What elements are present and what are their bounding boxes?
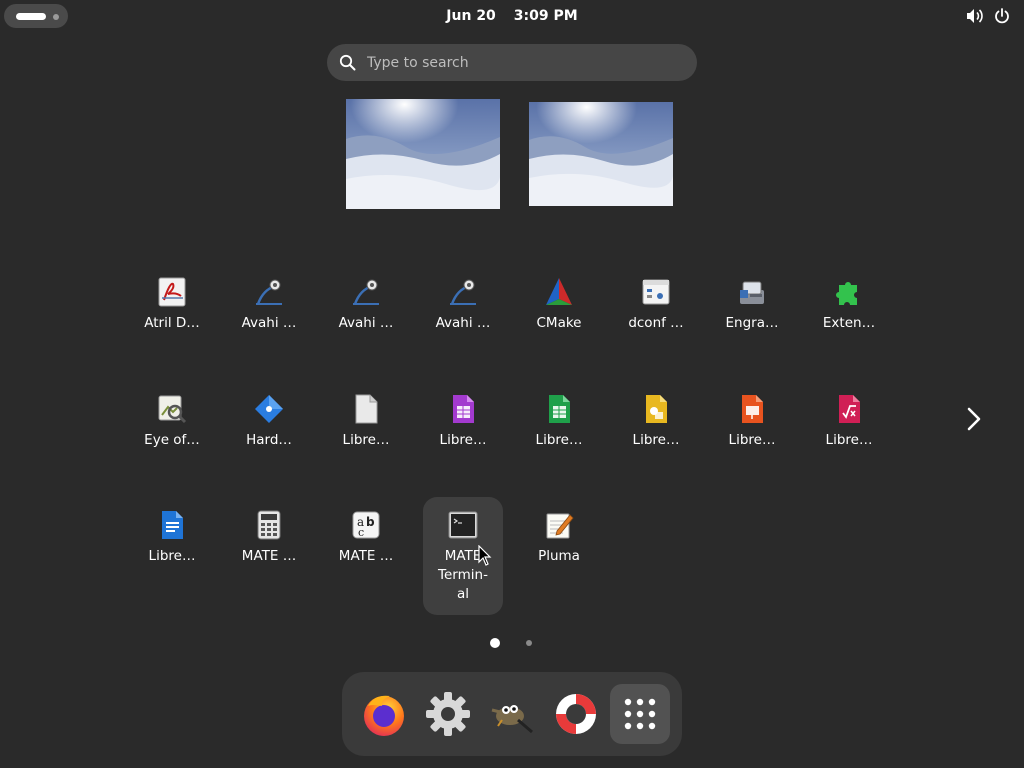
- app-label: Avahi …: [435, 315, 491, 331]
- app-libreoffice-calc[interactable]: Libre…: [519, 385, 599, 485]
- app-label: CMake: [536, 315, 582, 331]
- app-grid-icon: [624, 698, 656, 730]
- app-label: Libre…: [728, 432, 776, 448]
- app-cmake[interactable]: CMake: [519, 268, 599, 368]
- libreoffice-draw-icon: [640, 393, 672, 425]
- app-hardinfo[interactable]: Hard…: [229, 385, 309, 485]
- app-avahi-3[interactable]: Avahi …: [423, 268, 503, 368]
- system-menu[interactable]: [966, 7, 1010, 25]
- avahi-icon: [350, 276, 382, 308]
- dock: [342, 672, 682, 756]
- svg-text:b: b: [366, 515, 375, 529]
- app-atril[interactable]: Atril D…: [132, 268, 212, 368]
- top-bar: Jun 20 3:09 PM: [0, 0, 1024, 32]
- app-label: Libre…: [632, 432, 680, 448]
- app-label: Hard…: [246, 432, 292, 448]
- extensions-icon: [833, 276, 865, 308]
- app-libreoffice[interactable]: Libre…: [326, 385, 406, 485]
- libreoffice-icon: [350, 393, 382, 425]
- app-label: Exten…: [822, 315, 876, 331]
- search-input[interactable]: [367, 44, 677, 81]
- character-map-icon: abc: [350, 509, 382, 541]
- app-libreoffice-math[interactable]: Libre…: [809, 385, 889, 485]
- app-label: Libre…: [342, 432, 390, 448]
- libreoffice-base-icon: [447, 393, 479, 425]
- workspace-indicator-active: [16, 13, 46, 20]
- cmake-icon: [543, 276, 575, 308]
- page-indicator: [488, 637, 538, 649]
- lifebuoy-icon: [556, 694, 596, 734]
- clock[interactable]: Jun 20 3:09 PM: [0, 0, 1024, 32]
- libreoffice-writer-icon: [156, 509, 188, 541]
- terminal-icon: [447, 509, 479, 541]
- libreoffice-calc-icon: [543, 393, 575, 425]
- power-icon[interactable]: [994, 8, 1010, 24]
- app-dconf[interactable]: dconf …: [616, 268, 696, 368]
- gear-icon: [426, 692, 470, 736]
- firefox-icon: [364, 695, 404, 736]
- date-label[interactable]: Jun 20: [446, 8, 496, 24]
- app-pluma[interactable]: Pluma: [519, 501, 599, 601]
- dock-help[interactable]: [546, 684, 606, 744]
- app-label: dconf …: [628, 315, 684, 331]
- search-box[interactable]: [327, 44, 697, 81]
- search-icon: [339, 54, 356, 75]
- engrampa-icon: [736, 276, 768, 308]
- eye-of-mate-icon: [156, 393, 188, 425]
- app-label: Libre…: [439, 432, 487, 448]
- app-libreoffice-base[interactable]: Libre…: [423, 385, 503, 485]
- app-engrampa[interactable]: Engra…: [712, 268, 792, 368]
- svg-text:c: c: [358, 526, 364, 539]
- atril-document-viewer-icon: [156, 276, 188, 308]
- app-label: Pluma: [538, 548, 580, 564]
- libreoffice-impress-icon: [736, 393, 768, 425]
- app-label: Libre…: [535, 432, 583, 448]
- app-eye-of-mate[interactable]: Eye of…: [132, 385, 212, 485]
- page-dot-next[interactable]: [526, 640, 532, 646]
- workspace-thumbnail-2[interactable]: [529, 102, 673, 206]
- gimp-icon: [491, 705, 533, 734]
- app-label: Atril D…: [144, 315, 200, 331]
- dconf-editor-icon: [640, 276, 672, 308]
- time-label[interactable]: 3:09 PM: [514, 8, 578, 24]
- app-extensions[interactable]: Exten…: [809, 268, 889, 368]
- pluma-text-editor-icon: [543, 509, 575, 541]
- workspace-indicator-inactive: [53, 14, 59, 20]
- app-label: Avahi …: [241, 315, 297, 331]
- app-mate-calculator[interactable]: MATE …: [229, 501, 309, 601]
- app-label: Eye of…: [144, 432, 200, 448]
- avahi-icon: [253, 276, 285, 308]
- app-label: MATE …: [338, 548, 394, 564]
- show-apps-button[interactable]: [610, 684, 670, 744]
- next-page-arrow-icon[interactable]: [962, 404, 986, 434]
- dock-firefox[interactable]: [354, 684, 414, 744]
- page-dot-current[interactable]: [490, 638, 500, 648]
- activities-button[interactable]: [4, 4, 68, 28]
- app-label: MATE …: [241, 548, 297, 564]
- volume-icon[interactable]: [966, 8, 984, 24]
- avahi-icon: [447, 276, 479, 308]
- libreoffice-math-icon: [833, 393, 865, 425]
- app-libreoffice-writer[interactable]: Libre…: [132, 501, 212, 601]
- app-label: Engra…: [725, 315, 779, 331]
- dock-settings[interactable]: [418, 684, 478, 744]
- app-label: Avahi …: [338, 315, 394, 331]
- app-avahi-2[interactable]: Avahi …: [326, 268, 406, 368]
- workspace-thumbnail-1[interactable]: [346, 99, 500, 209]
- dock-gimp[interactable]: [482, 684, 542, 744]
- app-avahi-1[interactable]: Avahi …: [229, 268, 309, 368]
- app-label: Libre…: [148, 548, 196, 564]
- calculator-icon: [253, 509, 285, 541]
- mouse-cursor-icon: [478, 544, 492, 571]
- app-label: Libre…: [825, 432, 873, 448]
- app-libreoffice-draw[interactable]: Libre…: [616, 385, 696, 485]
- hardinfo-icon: [253, 393, 285, 425]
- app-libreoffice-impress[interactable]: Libre…: [712, 385, 792, 485]
- app-mate-character-map[interactable]: abc MATE …: [326, 501, 406, 601]
